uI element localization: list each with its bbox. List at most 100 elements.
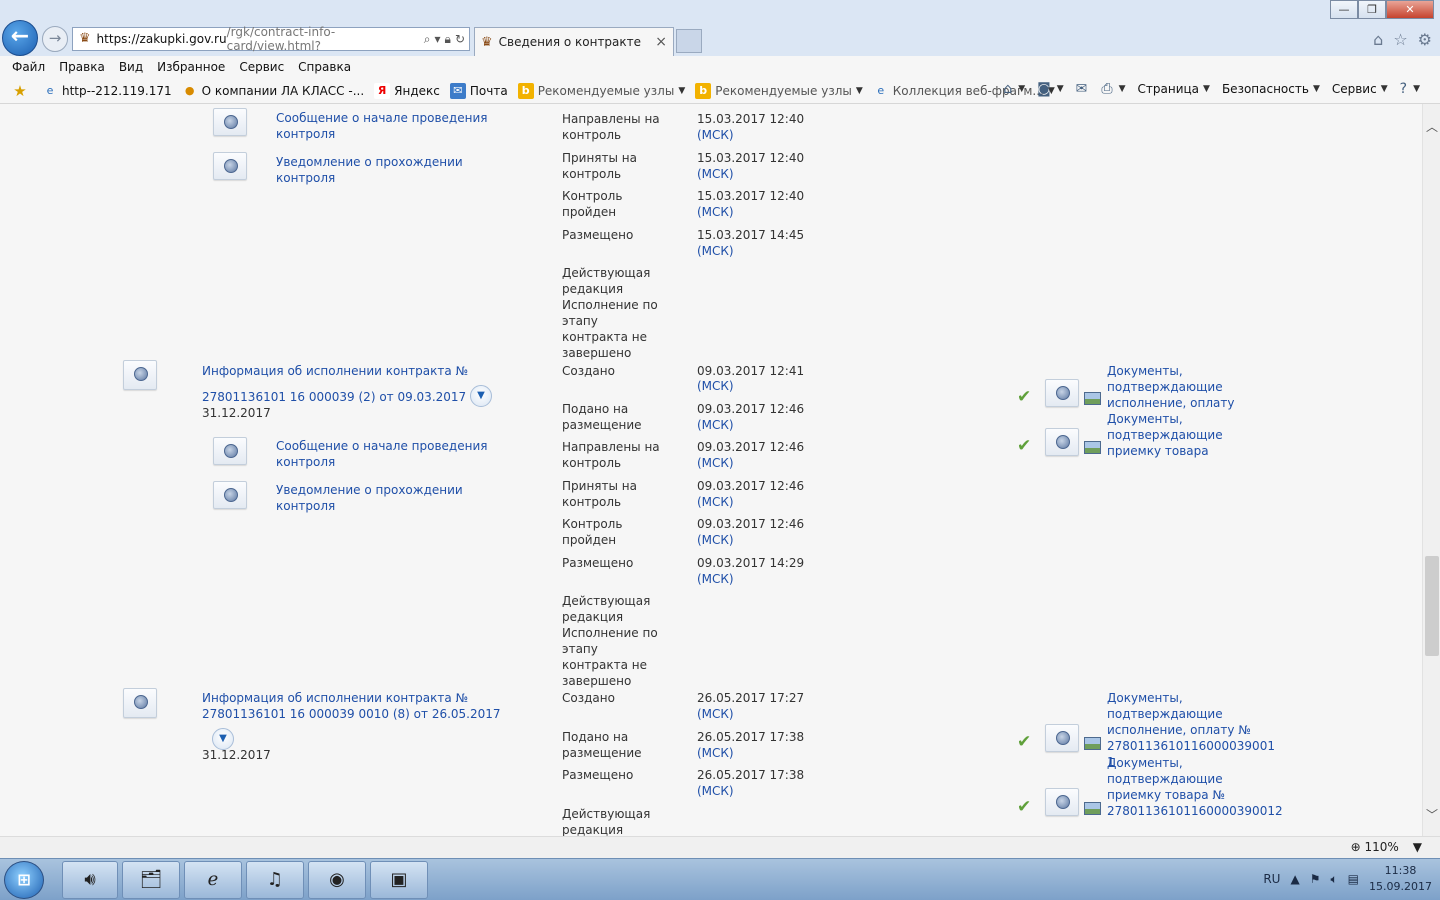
timezone-label: (МСК) [697,128,734,142]
signature-seal-icon[interactable] [213,437,247,465]
contract-execution-info-number[interactable]: 27801136101 16 000039 (2) от 09.03.2017 [202,389,466,405]
chrome-icon[interactable]: ◉ [308,861,366,899]
signature-seal-icon[interactable] [213,481,247,509]
zoom-control[interactable]: ⊕ 110% ▼ [1351,840,1422,854]
status-date: 09.03.2017 12:46 [697,517,805,531]
new-tab-button[interactable] [676,29,702,53]
file-explorer-icon[interactable]: 🗂︎ [122,861,180,899]
favorite-item[interactable]: e http--212.119.171 [42,83,172,99]
document-image-icon[interactable] [1084,737,1101,750]
favorite-item[interactable]: ✉ Почта [449,82,508,99]
action-center-flag-icon[interactable]: ⚑ [1310,872,1321,886]
clock[interactable]: 11:38 15.09.2017 [1369,863,1432,895]
favorite-folder[interactable]: b Рекомендуемые узлы ▼ [517,82,685,99]
control-start-message-link[interactable]: Сообщение о начале проведения контроля [276,438,496,470]
signature-seal-icon[interactable] [1045,428,1079,456]
signature-seal-icon[interactable] [1045,788,1079,816]
execution-payment-docs-link[interactable]: Документы, подтверждающие исполнение, оп… [1107,363,1277,411]
contract-execution-info-title[interactable]: Информация об исполнении контракта № [202,690,468,706]
command-bar: ⌂ ▼ ◙ ▼ ✉ ⎙ ▼ Страница ▼ Безопасность ▼ Серви… [1003,81,1420,97]
menu-edit[interactable]: Правка [59,60,105,74]
internet-explorer-icon[interactable]: ℯ [184,861,242,899]
dropdown-arrow-icon[interactable]: ▼ [1413,840,1422,854]
signature-seal-icon[interactable] [1045,379,1079,407]
contract-execution-info-title[interactable]: Информация об исполнении контракта № [202,363,468,379]
menu-tools[interactable]: Сервис [239,60,284,74]
timezone-label: (МСК) [697,205,734,219]
page-menu[interactable]: Страница ▼ [1138,82,1210,96]
favorite-item[interactable]: ● О компании ЛА КЛАСС -... [182,83,364,99]
volume-icon[interactable]: 🔈︎ [1330,872,1337,887]
signature-seal-icon[interactable] [1045,724,1079,752]
menu-help[interactable]: Справка [298,60,351,74]
add-favorite-button[interactable]: ★ [12,83,32,99]
settings-gear-icon[interactable]: ⚙ [1418,30,1432,49]
status-date: 09.03.2017 12:41 [697,364,805,378]
tray-expand-icon[interactable]: ▲ [1290,872,1299,886]
help-button[interactable]: ? ▼ [1400,81,1420,97]
status-label: Создано [562,364,615,378]
menu-favorites[interactable]: Избранное [157,60,225,74]
timezone-label: (МСК) [697,456,734,470]
tools-menu[interactable]: Сервис ▼ [1332,82,1388,96]
scroll-down-arrow-icon[interactable]: ﹀ [1423,806,1440,822]
signature-seal-icon[interactable] [123,688,157,718]
signature-seal-icon[interactable] [123,360,157,390]
home-button[interactable]: ⌂ ▼ [1003,81,1025,97]
document-image-icon[interactable] [1084,441,1101,454]
menu-file[interactable]: Файл [12,60,45,74]
zoom-icon: ⊕ [1350,840,1361,854]
printer-icon: ⎙ [1101,81,1113,97]
signature-seal-icon[interactable] [213,152,247,180]
feeds-button[interactable]: ◙ ▼ [1037,81,1064,97]
lock-icon[interactable]: 🔒︎ [445,32,451,47]
clock-date: 15.09.2017 [1369,880,1432,893]
image-viewer-icon[interactable]: ▣ [370,861,428,899]
status-date: 09.03.2017 12:46 [697,402,805,416]
expand-chevron-icon[interactable]: ▼ [470,385,492,407]
maximize-button[interactable]: ❐ [1358,0,1386,19]
menu-view[interactable]: Вид [119,60,143,74]
control-passed-notice-link[interactable]: Уведомление о прохождении контроля [276,482,476,514]
read-mail-button[interactable]: ✉ [1076,81,1090,97]
scroll-up-arrow-icon[interactable]: ︿ [1423,118,1440,134]
close-window-button[interactable]: ✕ [1386,0,1434,19]
goods-acceptance-docs-link[interactable]: Документы, подтверждающие приемку товара… [1107,755,1283,819]
home-icon[interactable]: ⌂ [1373,30,1383,49]
refresh-icon[interactable]: ↻ [455,32,465,47]
contract-period-date: 31.12.2017 [202,748,271,762]
search-icon[interactable]: ⌕ [424,32,431,47]
back-button[interactable]: ← [2,20,38,56]
tab-close-icon[interactable]: × [655,34,667,50]
vertical-scrollbar[interactable]: ︿ ﹀ [1422,104,1440,836]
print-button[interactable]: ⎙ ▼ [1101,81,1125,97]
contract-execution-info-number[interactable]: 27801136101 16 000039 0010 (8) от 26.05.… [202,706,501,722]
signature-seal-icon[interactable] [213,108,247,136]
address-bar[interactable]: ♛ https://zakupki.gov.ru /rgk/contract-i… [72,25,470,53]
status-date: 09.03.2017 12:46 [697,479,805,493]
control-passed-notice-link[interactable]: Уведомление о прохождении контроля [276,154,476,186]
tab-contract-info[interactable]: ♛ Сведения о контракте × [474,27,674,56]
media-player-icon[interactable]: 🔊︎ [62,861,118,899]
goods-acceptance-docs-link[interactable]: Документы, подтверждающие приемку товара [1107,411,1277,459]
favorite-item[interactable]: Я Яндекс [374,82,440,99]
scrollbar-thumb[interactable] [1425,556,1439,656]
status-label: Направлены на контроль [562,440,660,470]
forward-button[interactable]: → [42,26,68,52]
dropdown-arrow-icon[interactable]: ▾ [435,32,441,47]
document-image-icon[interactable] [1084,392,1101,405]
music-app-icon[interactable]: ♫ [246,861,304,899]
favorites-star-icon[interactable]: ☆ [1393,30,1407,49]
network-icon[interactable]: ▤ [1348,872,1359,886]
start-button[interactable]: ⊞ [4,861,44,899]
favorite-folder[interactable]: b Рекомендуемые узлы ▼ [695,82,863,99]
help-icon: ? [1399,81,1408,97]
document-image-icon[interactable] [1084,802,1101,815]
safety-menu[interactable]: Безопасность ▼ [1222,82,1320,96]
ie-page-icon: e [46,83,54,97]
language-indicator[interactable]: RU [1263,872,1280,886]
control-start-message-link[interactable]: Сообщение о начале проведения контроля [276,110,496,142]
status-label: Направлены на контроль [562,112,660,142]
minimize-button[interactable]: — [1330,0,1358,19]
page-content: Сообщение о начале проведения контроля У… [0,104,1422,836]
